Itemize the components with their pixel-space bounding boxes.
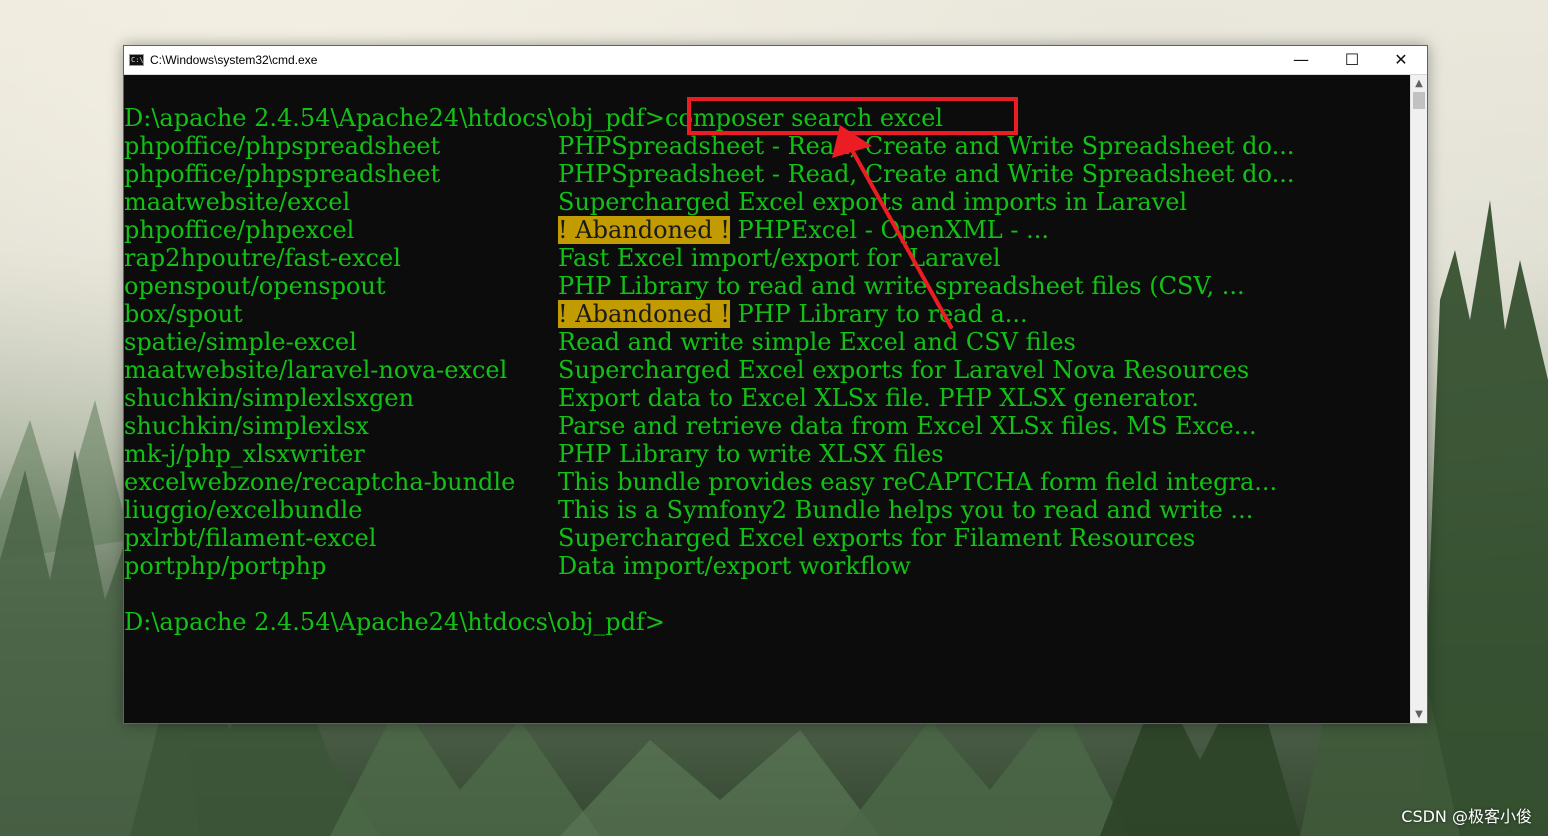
package-name: shuchkin/simplexlsxgen <box>124 384 414 412</box>
description-text: Supercharged Excel exports for Laravel N… <box>558 356 1250 384</box>
description-text: PHPSpreadsheet - Read, Create and Write … <box>558 160 1295 188</box>
package-description: This bundle provides easy reCAPTCHA form… <box>558 468 1277 496</box>
package-description: PHPSpreadsheet - Read, Create and Write … <box>558 132 1294 160</box>
command-line: D:\apache 2.4.54\Apache24\htdocs\obj_pdf… <box>124 104 943 132</box>
prompt-text: D:\apache 2.4.54\Apache24\htdocs\obj_pdf… <box>124 608 666 636</box>
package-name: pxlrbt/filament-excel <box>124 524 377 552</box>
scroll-up-icon[interactable]: ▲ <box>1411 75 1427 92</box>
result-row: maatwebsite/excel Supercharged Excel exp… <box>124 188 1187 216</box>
package-name: portphp/portphp <box>124 552 327 580</box>
package-description: PHPSpreadsheet - Read, Create and Write … <box>558 160 1294 188</box>
minimize-button[interactable]: — <box>1277 46 1325 74</box>
result-row: shuchkin/simplexlsxgen Export data to Ex… <box>124 384 1199 412</box>
result-row: rap2hpoutre/fast-excel Fast Excel import… <box>124 244 1001 272</box>
description-text: Read and write simple Excel and CSV file… <box>558 328 1076 356</box>
scroll-down-icon[interactable]: ▼ <box>1411 706 1427 723</box>
scrollbar-thumb[interactable] <box>1413 92 1425 109</box>
package-description: Data import/export workflow <box>558 552 911 580</box>
package-description: Supercharged Excel exports for Laravel N… <box>558 356 1249 384</box>
abandoned-badge: ! Abandoned ! <box>558 300 730 328</box>
result-row: portphp/portphp Data import/export workf… <box>124 552 911 580</box>
result-row: shuchkin/simplexlsx Parse and retrieve d… <box>124 412 1257 440</box>
description-text: This bundle provides easy reCAPTCHA form… <box>558 468 1278 496</box>
command-text: composer search excel <box>665 104 943 132</box>
abandoned-badge: ! Abandoned ! <box>558 216 730 244</box>
package-name: shuchkin/simplexlsx <box>124 412 369 440</box>
package-name: phpoffice/phpspreadsheet <box>124 160 441 188</box>
package-name: box/spout <box>124 300 243 328</box>
result-row: openspout/openspout PHP Library to read … <box>124 272 1245 300</box>
description-text: This is a Symfony2 Bundle helps you to r… <box>558 496 1254 524</box>
prompt-text: D:\apache 2.4.54\Apache24\htdocs\obj_pdf… <box>124 104 666 132</box>
description-text: Supercharged Excel exports and imports i… <box>558 188 1188 216</box>
window-title: C:\Windows\system32\cmd.exe <box>150 53 318 67</box>
result-row: phpoffice/phpspreadsheet PHPSpreadsheet … <box>124 132 1294 160</box>
result-row: box/spout ! Abandoned ! PHP Library to r… <box>124 300 1028 328</box>
description-text: Parse and retrieve data from Excel XLSx … <box>558 412 1257 440</box>
description-text: Fast Excel import/export for Laravel <box>558 244 1001 272</box>
close-button[interactable]: ✕ <box>1377 46 1425 74</box>
description-text: PHP Library to write XLSX files <box>558 440 944 468</box>
package-description: Supercharged Excel exports and imports i… <box>558 188 1187 216</box>
description-text: PHPExcel - OpenXML - ... <box>729 216 1049 244</box>
result-row: excelwebzone/recaptcha-bundle This bundl… <box>124 468 1277 496</box>
description-text: Supercharged Excel exports for Filament … <box>558 524 1196 552</box>
package-name: liuggio/excelbundle <box>124 496 363 524</box>
package-description: Parse and retrieve data from Excel XLSx … <box>558 412 1257 440</box>
package-description: PHP Library to read and write spreadshee… <box>558 272 1245 300</box>
package-description: Export data to Excel XLSx file. PHP XLSX… <box>558 384 1199 412</box>
package-description: Fast Excel import/export for Laravel <box>558 244 1001 272</box>
result-row: liuggio/excelbundle This is a Symfony2 B… <box>124 496 1253 524</box>
cmd-icon: C:\ <box>129 54 144 66</box>
description-text: PHPSpreadsheet - Read, Create and Write … <box>558 132 1295 160</box>
result-row: maatwebsite/laravel-nova-excel Superchar… <box>124 356 1249 384</box>
vertical-scrollbar[interactable]: ▲ ▼ <box>1410 75 1427 723</box>
package-description: PHP Library to write XLSX files <box>558 440 944 468</box>
package-description: Read and write simple Excel and CSV file… <box>558 328 1076 356</box>
result-row: phpoffice/phpexcel ! Abandoned ! PHPExce… <box>124 216 1049 244</box>
result-row: phpoffice/phpspreadsheet PHPSpreadsheet … <box>124 160 1294 188</box>
package-name: phpoffice/phpexcel <box>124 216 355 244</box>
console-output[interactable]: D:\apache 2.4.54\Apache24\htdocs\obj_pdf… <box>124 75 1410 723</box>
maximize-button[interactable]: ☐ <box>1328 46 1376 74</box>
result-row: mk-j/php_xlsxwriter PHP Library to write… <box>124 440 944 468</box>
package-name: phpoffice/phpspreadsheet <box>124 132 441 160</box>
package-description: ! Abandoned ! PHPExcel - OpenXML - ... <box>558 216 1049 244</box>
package-description: Supercharged Excel exports for Filament … <box>558 524 1195 552</box>
result-row: pxlrbt/filament-excel Supercharged Excel… <box>124 524 1195 552</box>
description-text: PHP Library to read a... <box>729 300 1028 328</box>
package-name: excelwebzone/recaptcha-bundle <box>124 468 516 496</box>
package-description: This is a Symfony2 Bundle helps you to r… <box>558 496 1253 524</box>
package-name: spatie/simple-excel <box>124 328 357 356</box>
package-name: rap2hpoutre/fast-excel <box>124 244 401 272</box>
cmd-window: C:\ C:\Windows\system32\cmd.exe — ☐ ✕ D:… <box>123 45 1428 724</box>
description-text: Data import/export workflow <box>558 552 911 580</box>
package-name: openspout/openspout <box>124 272 386 300</box>
watermark-text: CSDN @极客小俊 <box>1401 807 1532 826</box>
title-bar[interactable]: C:\ C:\Windows\system32\cmd.exe — ☐ ✕ <box>124 46 1427 75</box>
package-name: maatwebsite/laravel-nova-excel <box>124 356 508 384</box>
description-text: PHP Library to read and write spreadshee… <box>558 272 1245 300</box>
description-text: Export data to Excel XLSx file. PHP XLSX… <box>558 384 1199 412</box>
package-name: mk-j/php_xlsxwriter <box>124 440 365 468</box>
final-prompt-line: D:\apache 2.4.54\Apache24\htdocs\obj_pdf… <box>124 608 665 636</box>
package-name: maatwebsite/excel <box>124 188 351 216</box>
result-row: spatie/simple-excel Read and write simpl… <box>124 328 1076 356</box>
package-description: ! Abandoned ! PHP Library to read a... <box>558 300 1028 328</box>
